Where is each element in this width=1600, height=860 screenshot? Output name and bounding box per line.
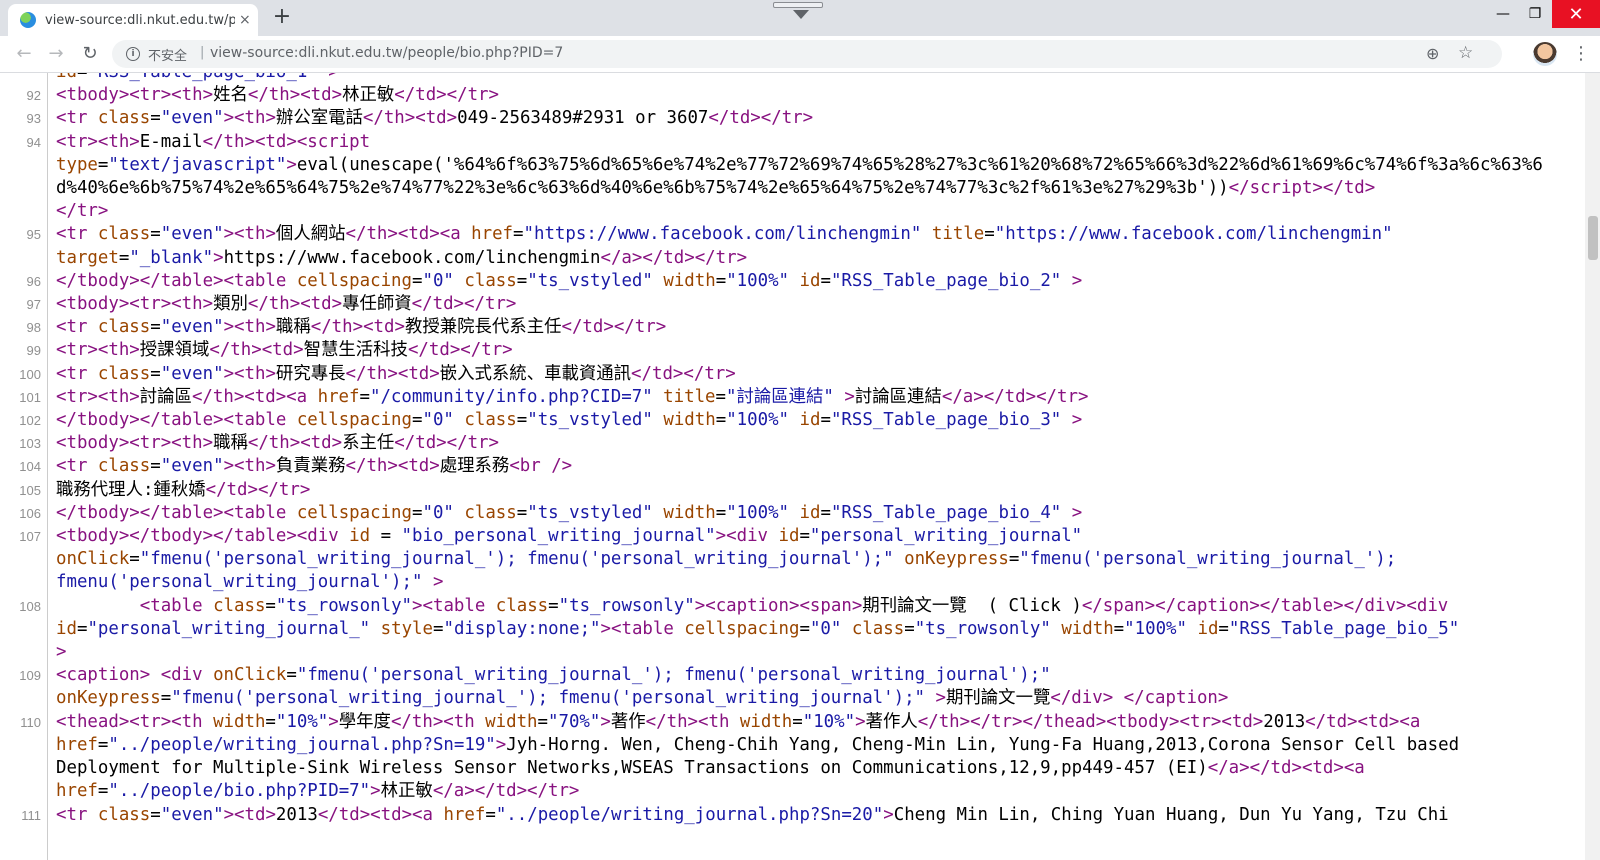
source-line: 96 </tbody></table><table cellspacing="0"… bbox=[0, 270, 1585, 293]
address-bar[interactable]: i 不安全 | view-source:dli.nkut.edu.tw/peop… bbox=[112, 40, 1502, 68]
source-line: 92 <tbody><tr><th>姓名</th><td>林正敏</td></tr… bbox=[0, 84, 1585, 107]
reload-button[interactable]: ↻ bbox=[78, 42, 102, 66]
scrollbar-thumb[interactable] bbox=[1588, 216, 1598, 260]
line-number: 99 bbox=[26, 343, 41, 359]
profile-avatar[interactable] bbox=[1533, 42, 1557, 66]
separator: | bbox=[200, 45, 205, 60]
source-line: 105 職務代理人:鍾秋嬌</td></tr> bbox=[0, 479, 1585, 502]
zoom-icon[interactable]: ⊕ bbox=[1426, 44, 1439, 63]
line-number: 109 bbox=[19, 668, 41, 684]
source-code: <tr><th>討論區</th><td><a href="/community/… bbox=[56, 386, 1089, 407]
new-tab-button[interactable]: + bbox=[270, 6, 294, 30]
line-number: 97 bbox=[26, 297, 41, 313]
source-code: <tr class="even"><th>辦公室電話</th><td>049-2… bbox=[56, 108, 814, 129]
source-line: 103 <tbody><tr><th>職稱</th><td>系主任</td></t… bbox=[0, 432, 1585, 455]
line-number: 111 bbox=[21, 807, 41, 823]
source-code: <tbody><tr><th>職稱</th><td>系主任</td></tr> bbox=[56, 433, 499, 454]
line-number: 96 bbox=[26, 273, 41, 289]
source-line: 101 <tr><th>討論區</th><td><a href="/communi… bbox=[0, 386, 1585, 409]
source-code: <tr><th>E-mail</th><td><script type="tex… bbox=[56, 131, 1543, 222]
window-close-button[interactable]: ✕ bbox=[1552, 0, 1600, 28]
line-number: 105 bbox=[19, 482, 41, 498]
line-number: 108 bbox=[19, 598, 41, 614]
line-number: 110 bbox=[20, 714, 41, 730]
source-code: <tbody></tbody></table><div id = "bio_pe… bbox=[56, 526, 1397, 593]
source-code: </tbody></table><table cellspacing="0" c… bbox=[56, 270, 1083, 291]
line-number: 101 bbox=[19, 389, 41, 405]
source-code: <tr class="even"><th>研究專長</th><td>嵌入式系統、… bbox=[56, 363, 736, 384]
bookmark-star-icon[interactable]: ☆ bbox=[1458, 43, 1473, 63]
source-line: id="RSS_Table_page_bio_1" > bbox=[0, 73, 1585, 84]
line-number: 102 bbox=[19, 413, 41, 429]
source-code: <tr class="even"><th>負責業務</th><td>處理系務<b… bbox=[56, 456, 573, 477]
source-code: <tr><th>授課領域</th><td>智慧生活科技</td></tr> bbox=[56, 340, 513, 361]
line-number: 107 bbox=[19, 529, 41, 545]
source-line: 100 <tr class="even"><th>研究專長</th><td>嵌入式… bbox=[0, 363, 1585, 386]
source-line: 107 <tbody></tbody></table><div id = "bio… bbox=[0, 525, 1585, 595]
line-number: 94 bbox=[26, 134, 41, 150]
tab-title: view-source:dli.nkut.edu.tw/pe bbox=[45, 12, 235, 28]
source-code: <caption> <div onClick="fmenu('personal_… bbox=[56, 665, 1229, 709]
line-number: 95 bbox=[26, 227, 41, 243]
browser-toolbar: ← → ↻ i 不安全 | view-source:dli.nkut.edu.t… bbox=[0, 36, 1600, 73]
line-number: 104 bbox=[19, 459, 41, 475]
source-code: 職務代理人:鍾秋嬌</td></tr> bbox=[56, 479, 311, 500]
source-code: id="RSS_Table_page_bio_1" > bbox=[56, 73, 1556, 84]
source-line: 109 <caption> <div onClick="fmenu('person… bbox=[0, 664, 1585, 710]
url-text[interactable]: view-source:dli.nkut.edu.tw/people/bio.p… bbox=[210, 45, 563, 61]
source-line: 99 <tr><th>授課領域</th><td>智慧生活科技</td></tr> bbox=[0, 339, 1585, 362]
tab-search-bar[interactable] bbox=[773, 2, 823, 8]
title-bar: view-source:dli.nkut.edu.tw/pe × + — ❐ ✕ bbox=[0, 0, 1600, 36]
security-label[interactable]: 不安全 bbox=[148, 45, 187, 64]
source-line: 111 <tr class="even"><td>2013</td><td><a … bbox=[0, 804, 1585, 827]
line-number: 103 bbox=[19, 436, 41, 452]
source-line: 102 </tbody></table><table cellspacing="0… bbox=[0, 409, 1585, 432]
source-code: <tbody><tr><th>類別</th><td>專任師資</td></tr> bbox=[56, 294, 517, 315]
source-code: <tbody><tr><th>姓名</th><td>林正敏</td></tr> bbox=[56, 85, 499, 106]
globe-favicon-icon bbox=[20, 12, 36, 28]
line-number: 106 bbox=[19, 505, 41, 521]
chevron-down-icon[interactable] bbox=[793, 10, 809, 19]
source-line: 93 <tr class="even"><th>辦公室電話</th><td>049… bbox=[0, 107, 1585, 130]
source-line: 97 <tbody><tr><th>類別</th><td>專任師資</td></t… bbox=[0, 293, 1585, 316]
source-view: id="RSS_Table_page_bio_1" > 92 <tbody><tr>… bbox=[0, 73, 1585, 860]
forward-button[interactable]: → bbox=[44, 42, 68, 66]
close-icon[interactable]: × bbox=[239, 12, 251, 28]
info-icon[interactable]: i bbox=[126, 47, 140, 61]
source-code: <tr class="even"><th>職稱</th><td>教授兼院長代系主… bbox=[56, 317, 667, 338]
back-button[interactable]: ← bbox=[12, 42, 36, 66]
source-code: </tbody></table><table cellspacing="0" c… bbox=[56, 502, 1083, 523]
source-line: 94 <tr><th>E-mail</th><td><script type="t… bbox=[0, 131, 1585, 224]
source-line: 104 <tr class="even"><th>負責業務</th><td>處理系… bbox=[0, 455, 1585, 478]
source-lines: id="RSS_Table_page_bio_1" > 92 <tbody><tr>… bbox=[0, 73, 1585, 827]
source-line: 106 </tbody></table><table cellspacing="0… bbox=[0, 502, 1585, 525]
source-line: 95 <tr class="even"><th>個人網站</th><td><a h… bbox=[0, 223, 1585, 269]
source-line: 110 <thead><tr><th width="10%">學年度</th><t… bbox=[0, 711, 1585, 804]
source-code: </tbody></table><table cellspacing="0" c… bbox=[56, 410, 1083, 431]
source-line: 108 <table class="ts_rowsonly"><table cl… bbox=[0, 595, 1585, 665]
line-number: 98 bbox=[26, 320, 41, 336]
line-number: 92 bbox=[26, 88, 41, 104]
line-number: 100 bbox=[19, 366, 41, 382]
source-code: <tr class="even"><td>2013</td><td><a hre… bbox=[56, 804, 1449, 825]
source-line: 98 <tr class="even"><th>職稱</th><td>教授兼院長代… bbox=[0, 316, 1585, 339]
source-code: <thead><tr><th width="10%">學年度</th><th w… bbox=[56, 711, 1460, 802]
source-code: <table class="ts_rowsonly"><table class=… bbox=[56, 595, 1460, 663]
line-number: 93 bbox=[26, 111, 41, 127]
source-code: <tr class="even"><th>個人網站</th><td><a hre… bbox=[56, 224, 1393, 268]
tab-active[interactable]: view-source:dli.nkut.edu.tw/pe × bbox=[8, 4, 258, 36]
vertical-scrollbar[interactable] bbox=[1585, 73, 1600, 860]
menu-icon[interactable]: ⋮ bbox=[1572, 42, 1590, 66]
